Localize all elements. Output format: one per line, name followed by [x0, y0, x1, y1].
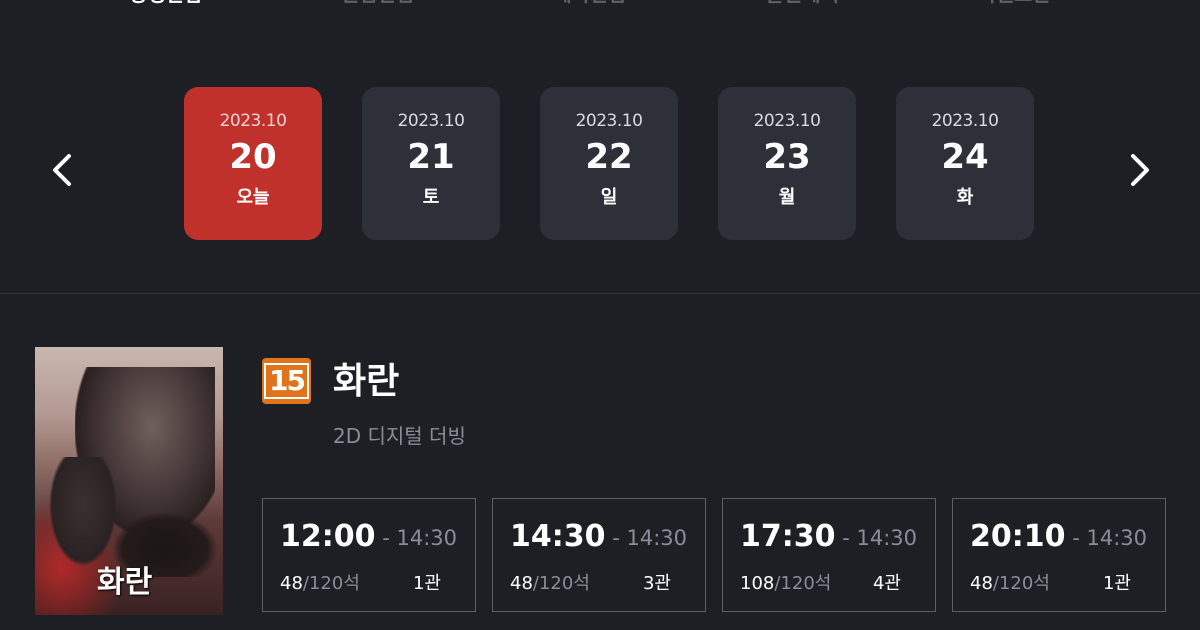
showtime-end: - 14:30	[842, 526, 917, 550]
date-weekday: 일	[600, 187, 618, 208]
date-year-month: 2023.10	[753, 111, 821, 131]
next-date-button[interactable]	[1120, 146, 1160, 194]
date-year-month: 2023.10	[397, 111, 465, 131]
showtime-start: 17:30	[740, 519, 836, 554]
tab-3[interactable]: 할인혜택	[765, 0, 839, 14]
seats-available: 48	[510, 573, 533, 594]
movie-title: 화란	[333, 361, 400, 402]
date-weekday: 화	[956, 187, 974, 208]
tab-2[interactable]: 예약관람	[553, 0, 627, 14]
date-year-month: 2023.10	[219, 111, 287, 131]
showtime-start: 12:00	[280, 519, 376, 554]
date-day: 23	[763, 137, 811, 177]
date-day: 20	[229, 137, 277, 177]
showtime-start: 14:30	[510, 519, 606, 554]
hall-number: 1관	[1102, 573, 1131, 594]
chevron-left-icon	[53, 154, 71, 186]
movie-format: 2D 디지털 더빙	[333, 424, 466, 448]
seats-total: /120석	[774, 573, 832, 594]
date-day: 24	[941, 137, 989, 177]
date-weekday: 월	[778, 187, 796, 208]
showtime-end: - 14:30	[382, 526, 457, 550]
date-day: 22	[585, 137, 633, 177]
poster-title: 화란	[97, 565, 153, 600]
date-card[interactable]: 2023.10 22 일	[540, 87, 678, 240]
date-day: 21	[407, 137, 455, 177]
date-card[interactable]: 2023.10 20 오늘	[184, 87, 322, 240]
seat-count: 48/120석	[970, 569, 1050, 595]
movie-poster[interactable]: 화란	[35, 347, 223, 615]
seat-count: 48/120석	[280, 569, 360, 595]
age-rating-badge: 15	[262, 358, 311, 404]
date-card[interactable]: 2023.10 23 월	[718, 87, 856, 240]
showtime-end: - 14:30	[1072, 526, 1147, 550]
tab-1[interactable]: 관람관람	[341, 0, 415, 14]
date-card[interactable]: 2023.10 24 화	[896, 87, 1034, 240]
date-card[interactable]: 2023.10 21 토	[362, 87, 500, 240]
tab-4[interactable]: 이벤트관	[977, 0, 1051, 14]
seats-available: 48	[970, 573, 993, 594]
hall-number: 1관	[412, 573, 441, 594]
seats-available: 108	[740, 573, 775, 594]
showtime-card[interactable]: 17:30 - 14:30 108/120석 4관	[722, 498, 936, 612]
showtime-end: - 14:30	[612, 526, 687, 550]
hall-number: 3관	[642, 573, 671, 594]
date-year-month: 2023.10	[575, 111, 643, 131]
date-year-month: 2023.10	[931, 111, 999, 131]
showtime-card[interactable]: 14:30 - 14:30 48/120석 3관	[492, 498, 706, 612]
seats-total: /120석	[532, 573, 590, 594]
prev-date-button[interactable]	[42, 146, 82, 194]
seats-total: /120석	[992, 573, 1050, 594]
seats-available: 48	[280, 573, 303, 594]
hall-number: 4관	[872, 573, 901, 594]
seat-count: 48/120석	[510, 569, 590, 595]
seats-total: /120석	[302, 573, 360, 594]
showtime-card[interactable]: 20:10 - 14:30 48/120석 1관	[952, 498, 1166, 612]
date-weekday: 오늘	[236, 187, 270, 208]
showtime-start: 20:10	[970, 519, 1066, 554]
date-selector: 2023.10 20 오늘 2023.10 21 토 2023.10 22 일 …	[184, 87, 1034, 240]
showtime-list: 12:00 - 14:30 48/120석 1관 14:30 - 14:30 4…	[262, 498, 1166, 612]
section-divider	[0, 293, 1200, 294]
chevron-right-icon	[1131, 154, 1149, 186]
tab-0[interactable]: 상영관람	[129, 0, 203, 14]
showtime-card[interactable]: 12:00 - 14:30 48/120석 1관	[262, 498, 476, 612]
date-weekday: 토	[422, 187, 440, 208]
top-tab-bar: 상영관람 관람관람 예약관람 할인혜택 이벤트관	[0, 0, 1200, 14]
seat-count: 108/120석	[740, 569, 831, 595]
age-rating-value: 15	[264, 363, 309, 399]
